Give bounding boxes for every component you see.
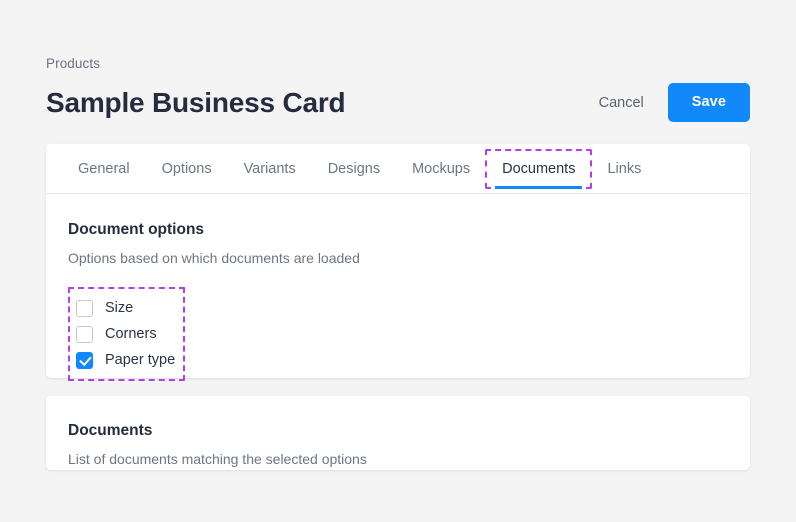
- documents-section: Documents List of documents matching the…: [46, 396, 750, 469]
- save-button[interactable]: Save: [667, 83, 750, 122]
- document-options-checkbox-group: Size Corners Paper type: [68, 287, 186, 381]
- tab-bar: General Options Variants Designs Mockups…: [46, 144, 750, 194]
- document-options-section: Document options Options based on which …: [46, 194, 750, 381]
- documents-subtitle: List of documents matching the selected …: [68, 451, 367, 467]
- tab-options[interactable]: Options: [146, 144, 228, 193]
- tab-mockups[interactable]: Mockups: [396, 144, 486, 193]
- cancel-button[interactable]: Cancel: [593, 85, 650, 121]
- title-row: Sample Business Card Cancel Save: [46, 83, 750, 122]
- tab-variants[interactable]: Variants: [228, 144, 312, 193]
- tab-general[interactable]: General: [62, 144, 146, 193]
- breadcrumb[interactable]: Products: [46, 55, 750, 73]
- corners-checkbox[interactable]: [76, 325, 93, 343]
- documents-title: Documents: [68, 422, 153, 439]
- tab-designs[interactable]: Designs: [312, 144, 396, 193]
- main-card: General Options Variants Designs Mockups…: [46, 144, 750, 381]
- checkbox-row-paper-type[interactable]: Paper type: [76, 347, 175, 373]
- page-header: Products Sample Business Card Cancel Sav…: [46, 55, 750, 122]
- documents-card: Documents List of documents matching the…: [46, 396, 750, 470]
- document-options-title: Document options: [68, 221, 205, 238]
- tab-documents[interactable]: Documents: [485, 148, 593, 189]
- paper-type-checkbox[interactable]: [76, 351, 93, 369]
- size-checkbox-label: Size: [105, 300, 134, 316]
- size-checkbox[interactable]: [76, 299, 93, 317]
- checkbox-row-size[interactable]: Size: [76, 295, 175, 321]
- header-actions: Cancel Save: [593, 83, 750, 122]
- page-title: Sample Business Card: [46, 86, 346, 118]
- document-options-subtitle: Options based on which documents are loa…: [68, 250, 360, 266]
- paper-type-checkbox-label: Paper type: [105, 352, 176, 368]
- checkbox-row-corners[interactable]: Corners: [76, 321, 175, 347]
- tab-links[interactable]: Links: [591, 144, 657, 193]
- corners-checkbox-label: Corners: [105, 326, 157, 342]
- page-root: Products Sample Business Card Cancel Sav…: [0, 0, 796, 522]
